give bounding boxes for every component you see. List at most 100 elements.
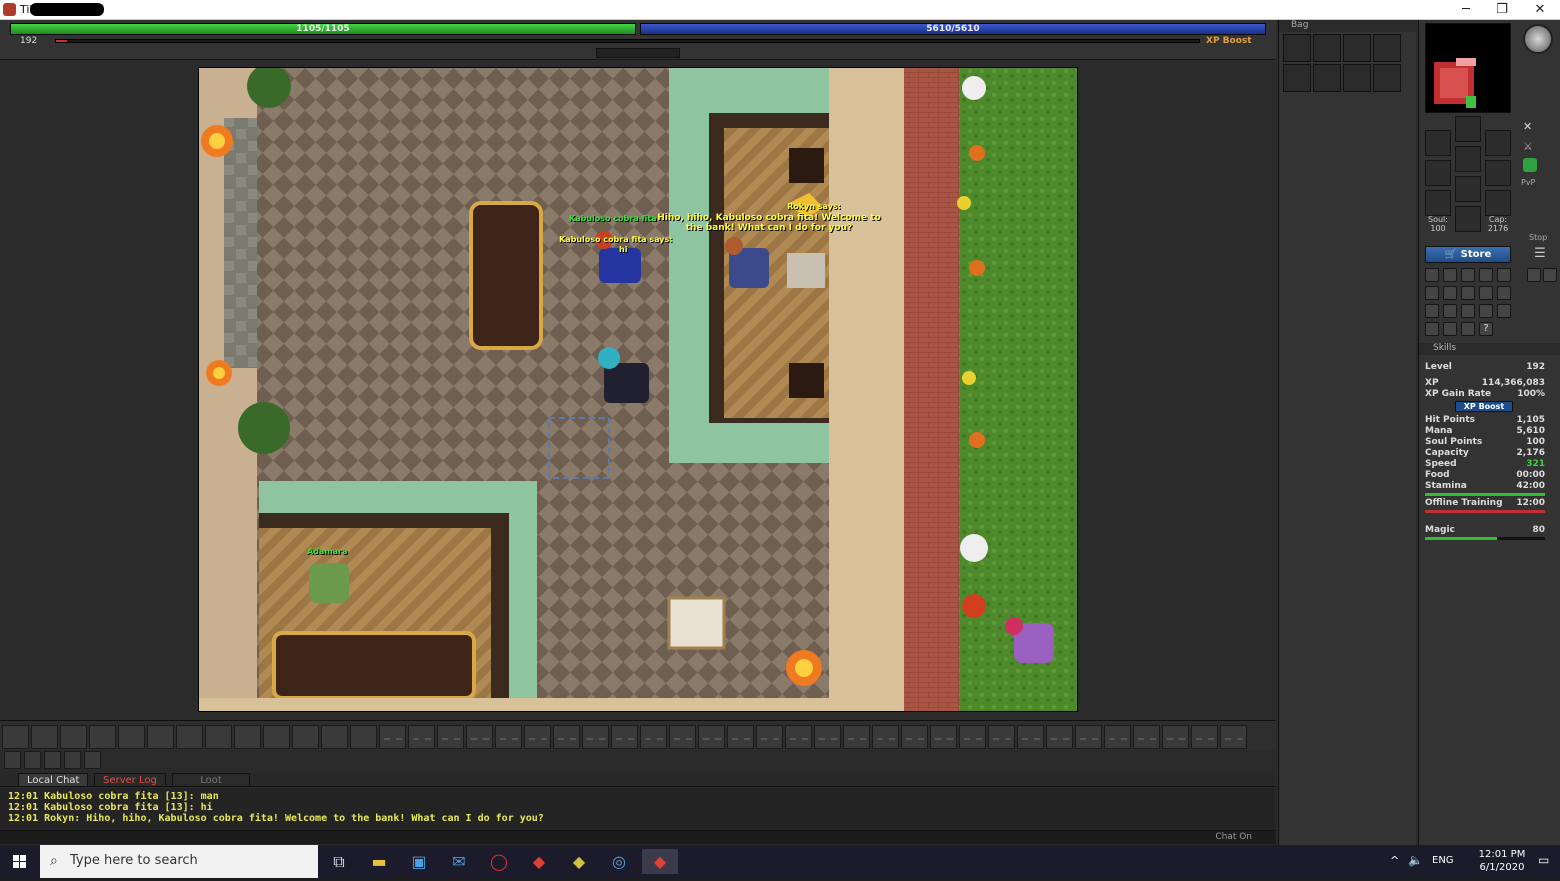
bestiary-icon[interactable] bbox=[1461, 286, 1475, 300]
clock[interactable]: 12:01 PM 6/1/2020 bbox=[1474, 848, 1530, 874]
hotbar2-slot[interactable] bbox=[44, 751, 61, 769]
hotbar-slot[interactable] bbox=[118, 725, 145, 749]
store-app-icon[interactable]: ▣ bbox=[406, 849, 432, 874]
chat-input-field[interactable]: Chat On bbox=[0, 830, 1276, 844]
taskbar-search-box[interactable]: ⌕ Type here to search bbox=[40, 845, 318, 878]
empty-icon[interactable] bbox=[1443, 322, 1457, 336]
hotbar-slot[interactable] bbox=[379, 725, 406, 749]
stop-button[interactable]: Stop bbox=[1529, 233, 1547, 242]
bag-slot[interactable] bbox=[1313, 64, 1341, 92]
analytics-icon[interactable] bbox=[1443, 304, 1457, 318]
hotbar-slot[interactable] bbox=[205, 725, 232, 749]
hotbar-slot[interactable] bbox=[89, 725, 116, 749]
quest-log-icon[interactable] bbox=[1425, 268, 1439, 282]
hotbar-slot[interactable] bbox=[756, 725, 783, 749]
prey-icon[interactable] bbox=[1443, 286, 1457, 300]
menu-icon[interactable]: ☰ bbox=[1525, 246, 1555, 262]
hotbar-slot[interactable] bbox=[727, 725, 754, 749]
shield-slot[interactable] bbox=[1485, 160, 1511, 186]
hotbar-slot[interactable] bbox=[437, 725, 464, 749]
hotbar-slot[interactable] bbox=[466, 725, 493, 749]
task-view-icon[interactable]: ⧉ bbox=[326, 849, 352, 874]
friends-icon[interactable] bbox=[1479, 304, 1493, 318]
armor-slot[interactable] bbox=[1455, 146, 1481, 172]
hotbar-slot[interactable] bbox=[1191, 725, 1218, 749]
hotbar-slot[interactable] bbox=[1220, 725, 1247, 749]
hotbar-slot[interactable] bbox=[959, 725, 986, 749]
tab-local-chat[interactable]: Local Chat bbox=[18, 773, 89, 787]
hotbar-slot[interactable] bbox=[350, 725, 377, 749]
hotbar-slot[interactable] bbox=[1017, 725, 1044, 749]
hotbar-slot[interactable] bbox=[582, 725, 609, 749]
hotbar-slot[interactable] bbox=[176, 725, 203, 749]
chat-on-toggle[interactable]: Chat On bbox=[1215, 832, 1252, 842]
hunting-icon[interactable] bbox=[1461, 304, 1475, 318]
hotbar2-slot[interactable] bbox=[4, 751, 21, 769]
hotbar-slot[interactable] bbox=[611, 725, 638, 749]
spells-icon[interactable] bbox=[1497, 268, 1511, 282]
bag-slot[interactable] bbox=[1343, 34, 1371, 62]
bag-slot[interactable] bbox=[1373, 64, 1401, 92]
market-icon[interactable] bbox=[1425, 322, 1439, 336]
legs-slot[interactable] bbox=[1455, 176, 1481, 202]
hotbar-slot[interactable] bbox=[698, 725, 725, 749]
hotbar-slot[interactable] bbox=[292, 725, 319, 749]
compendium-icon[interactable] bbox=[1497, 286, 1511, 300]
hotbar-slot[interactable] bbox=[60, 725, 87, 749]
tibia-launcher-icon[interactable]: ◆ bbox=[526, 849, 552, 874]
backpack-slot[interactable] bbox=[1485, 130, 1511, 156]
hotbar-slot[interactable] bbox=[872, 725, 899, 749]
hotbar-slot[interactable] bbox=[843, 725, 870, 749]
xp-boost-button[interactable]: XP Boost bbox=[1206, 36, 1252, 46]
hotbar-slot[interactable] bbox=[814, 725, 841, 749]
tab-loot[interactable]: Loot bbox=[172, 773, 250, 787]
ring-slot[interactable] bbox=[1425, 190, 1451, 216]
close-icon[interactable]: ✕ bbox=[1523, 120, 1537, 134]
settings-icon[interactable] bbox=[1527, 268, 1541, 282]
hotbar-slot[interactable] bbox=[1133, 725, 1160, 749]
party-icon[interactable] bbox=[1425, 286, 1439, 300]
boost-icon[interactable] bbox=[1497, 304, 1511, 318]
game-world-view[interactable]: Rokyn says: Hiho, hiho, Kabuloso cobra f… bbox=[198, 67, 1078, 712]
ammo-slot[interactable] bbox=[1485, 190, 1511, 216]
store-button[interactable]: 🛒 Store bbox=[1425, 246, 1511, 263]
globe-app-icon[interactable]: ◎ bbox=[606, 849, 632, 874]
hotbar-slot[interactable] bbox=[495, 725, 522, 749]
language-indicator[interactable]: ENG bbox=[1432, 855, 1454, 866]
hotbar-slot[interactable] bbox=[930, 725, 957, 749]
bag-slot[interactable] bbox=[1313, 34, 1341, 62]
bag-slot[interactable] bbox=[1373, 34, 1401, 62]
bag-slot[interactable] bbox=[1283, 34, 1311, 62]
bag-slot[interactable] bbox=[1283, 64, 1311, 92]
maximize-button[interactable]: ❐ bbox=[1484, 0, 1520, 20]
game-app-icon[interactable]: ◆ bbox=[566, 849, 592, 874]
hotbar-slot[interactable] bbox=[785, 725, 812, 749]
hotbar2-slot[interactable] bbox=[84, 751, 101, 769]
battle-list-icon[interactable] bbox=[1443, 268, 1457, 282]
hotbar-slot[interactable] bbox=[31, 725, 58, 749]
outfit-icon[interactable] bbox=[1425, 304, 1439, 318]
hotbar-slot[interactable] bbox=[1046, 725, 1073, 749]
compass-icon[interactable] bbox=[1523, 24, 1553, 54]
vip-icon[interactable] bbox=[1461, 268, 1475, 282]
bag-slot[interactable] bbox=[1343, 64, 1371, 92]
hotbar-slot[interactable] bbox=[901, 725, 928, 749]
logout-icon[interactable] bbox=[1461, 322, 1475, 336]
hotbar-slot[interactable] bbox=[1104, 725, 1131, 749]
shield-stance-icon[interactable] bbox=[1523, 158, 1537, 172]
mail-icon[interactable]: ✉ bbox=[446, 849, 472, 874]
hotbar-slot[interactable] bbox=[524, 725, 551, 749]
hotbar-slot[interactable] bbox=[640, 725, 667, 749]
opera-icon[interactable]: ◯ bbox=[486, 849, 512, 874]
hotbar2-slot[interactable] bbox=[64, 751, 81, 769]
hotbar-slot[interactable] bbox=[408, 725, 435, 749]
hotbar-slot[interactable] bbox=[669, 725, 696, 749]
cyclopedia-icon[interactable] bbox=[1479, 286, 1493, 300]
tab-server-log[interactable]: Server Log bbox=[94, 773, 166, 787]
hotbar2-slot[interactable] bbox=[24, 751, 41, 769]
hotbar-slot[interactable] bbox=[321, 725, 348, 749]
hotbar-slot[interactable] bbox=[147, 725, 174, 749]
weapon-slot[interactable] bbox=[1425, 160, 1451, 186]
volume-icon[interactable]: 🔈 bbox=[1408, 853, 1423, 867]
hotbar-slot[interactable] bbox=[263, 725, 290, 749]
